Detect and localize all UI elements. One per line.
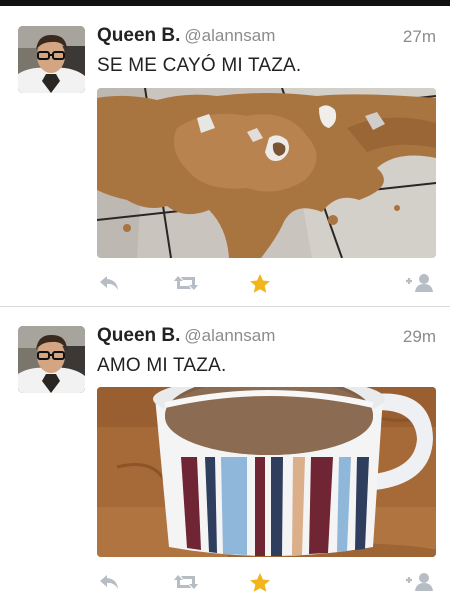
display-name-text[interactable]: Queen B. (97, 25, 180, 46)
retweet-button[interactable] (172, 571, 200, 593)
follow-button[interactable] (404, 571, 436, 593)
reply-button[interactable] (97, 272, 121, 294)
star-icon (250, 572, 270, 592)
follow-icon (406, 573, 433, 591)
tweet-actions (0, 272, 450, 294)
display-name-text[interactable]: Queen B. (97, 325, 180, 346)
display-name[interactable]: Queen B. @alannsam (97, 325, 275, 347)
username-handle[interactable]: @alannsam (184, 26, 275, 45)
username-handle[interactable]: @alannsam (184, 326, 275, 345)
display-name[interactable]: Queen B. @alannsam (97, 25, 275, 47)
tweet-text: SE ME CAYÓ MI TAZA. (97, 55, 302, 76)
avatar[interactable] (18, 326, 85, 393)
tweet[interactable]: Queen B. @alannsam 29m AMO MI TAZA. (0, 306, 450, 600)
tweet-text: AMO MI TAZA. (97, 355, 227, 376)
follow-button[interactable] (404, 272, 436, 294)
tweet-photo-coffee-mug[interactable] (97, 387, 436, 557)
reply-icon (100, 276, 118, 290)
follow-icon (406, 274, 433, 292)
favorite-button[interactable] (248, 272, 272, 294)
star-icon (250, 273, 270, 293)
tweet-photo-spilled-coffee[interactable] (97, 88, 436, 258)
reply-icon (100, 575, 118, 589)
reply-button[interactable] (97, 571, 121, 593)
timestamp[interactable]: 29m (403, 327, 436, 347)
retweet-icon (174, 575, 198, 589)
favorite-button[interactable] (248, 571, 272, 593)
retweet-button[interactable] (172, 272, 200, 294)
avatar[interactable] (18, 26, 85, 93)
tweet-actions (0, 571, 450, 593)
tweet[interactable]: Queen B. @alannsam 27m SE ME CAYÓ MI TAZA… (0, 6, 450, 306)
timestamp[interactable]: 27m (403, 27, 436, 47)
retweet-icon (174, 276, 198, 290)
